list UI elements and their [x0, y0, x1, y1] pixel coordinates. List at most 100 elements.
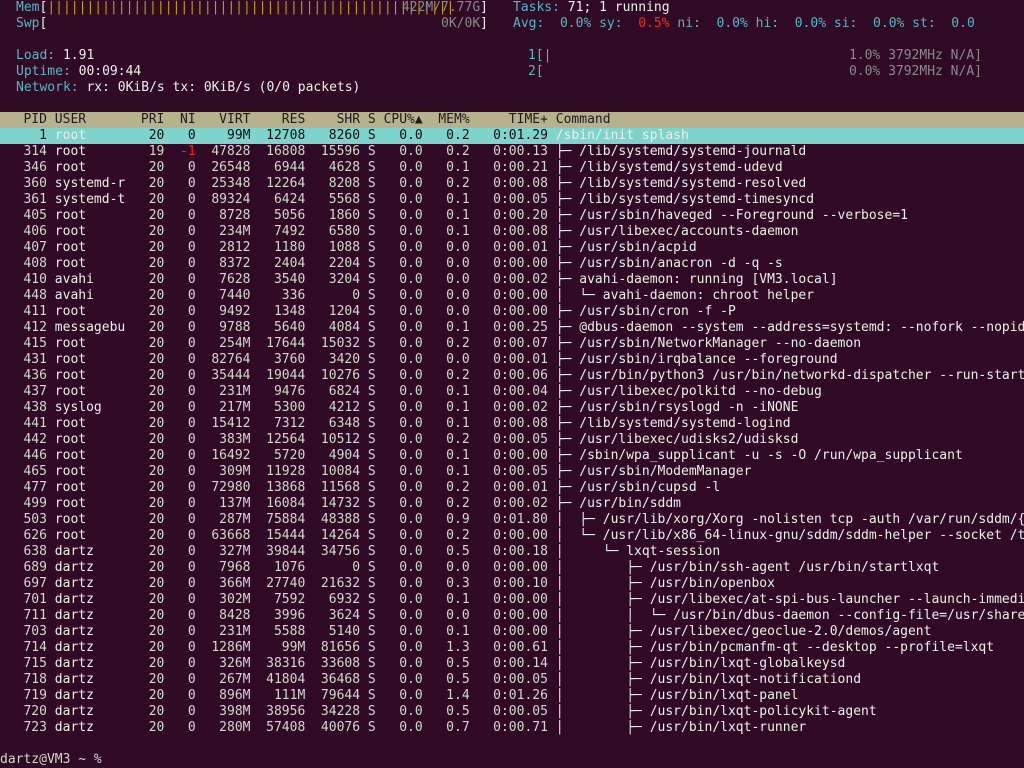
- process-row[interactable]: 465 root 20 0 309M 11928 10084 S 0.0 0.1…: [0, 464, 1024, 480]
- process-row[interactable]: 701 dartz 20 0 302M 7592 6932 S 0.0 0.1 …: [0, 592, 1024, 608]
- process-row[interactable]: 406 root 20 0 234M 7492 6580 S 0.0 0.1 0…: [0, 224, 1024, 240]
- column-header-shr[interactable]: SHR: [313, 112, 368, 127]
- cell-pid: 436: [0, 368, 55, 383]
- process-row[interactable]: 431 root 20 0 82764 3760 3420 S 0.0 0.0 …: [0, 352, 1024, 368]
- cell-s: S: [367, 128, 384, 143]
- cell-mem: 0.1: [430, 208, 478, 223]
- cell-virt: 137M: [203, 496, 259, 511]
- cell-pid: 503: [0, 512, 55, 527]
- cell-virt: 7628: [203, 272, 259, 287]
- column-header-time[interactable]: TIME+: [478, 112, 556, 127]
- column-header-user[interactable]: USER: [55, 112, 141, 127]
- cell-pri: 20: [140, 160, 173, 175]
- cell-shr: 8208: [313, 176, 368, 191]
- cell-shr: 34756: [313, 544, 368, 559]
- cell-user: dartz: [54, 592, 141, 607]
- process-row[interactable]: 499 root 20 0 137M 16084 14732 S 0.0 0.2…: [0, 496, 1024, 512]
- process-row[interactable]: 1 root 20 0 99M 12708 8260 S 0.0 0.2 0:0…: [0, 128, 1024, 144]
- cell-pri: 20: [140, 448, 173, 463]
- cell-shr: 2204: [313, 256, 368, 271]
- cell-shr: 0: [313, 560, 368, 575]
- process-row[interactable]: 720 dartz 20 0 398M 38956 34228 S 0.0 0.…: [0, 704, 1024, 720]
- column-header-s[interactable]: S: [368, 112, 384, 127]
- cell-cpu: 0.0: [383, 160, 431, 175]
- process-row[interactable]: 407 root 20 0 2812 1180 1088 S 0.0 0.0 0…: [0, 240, 1024, 256]
- cell-ni: 0: [172, 256, 204, 271]
- cell-pri: 20: [140, 688, 173, 703]
- cell-s: S: [367, 176, 384, 191]
- process-row[interactable]: 410 avahi 20 0 7628 3540 3204 S 0.0 0.0 …: [0, 272, 1024, 288]
- process-row[interactable]: 438 syslog 20 0 217M 5300 4212 S 0.0 0.1…: [0, 400, 1024, 416]
- process-row[interactable]: 638 dartz 20 0 327M 39844 34756 S 0.0 0.…: [0, 544, 1024, 560]
- process-row[interactable]: 405 root 20 0 8728 5056 1860 S 0.0 0.1 0…: [0, 208, 1024, 224]
- cell-pid: 499: [0, 496, 55, 511]
- process-row[interactable]: 412 messagebu 20 0 9788 5640 4084 S 0.0 …: [0, 320, 1024, 336]
- process-row[interactable]: 477 root 20 0 72980 13868 11568 S 0.0 0.…: [0, 480, 1024, 496]
- process-table-header[interactable]: PID USER PRI NI VIRT RES SHR S CPU%▲ MEM…: [0, 112, 1024, 128]
- cell-ni: 0: [172, 304, 204, 319]
- cell-time: 0:00.00: [477, 448, 556, 463]
- process-row[interactable]: 442 root 20 0 383M 12564 10512 S 0.0 0.2…: [0, 432, 1024, 448]
- process-row[interactable]: 446 root 20 0 16492 5720 4904 S 0.0 0.1 …: [0, 448, 1024, 464]
- column-header-cpu[interactable]: CPU%▲: [384, 112, 431, 127]
- cell-pri: 20: [140, 672, 173, 687]
- cell-shr: 14264: [313, 528, 368, 543]
- swp-label: Swp: [16, 16, 40, 31]
- column-header-mem[interactable]: MEM%: [431, 112, 478, 127]
- shell-prompt[interactable]: dartz@VM3 ~ %: [0, 752, 1024, 768]
- process-row[interactable]: 411 root 20 0 9492 1348 1204 S 0.0 0.0 0…: [0, 304, 1024, 320]
- cell-command: │ ├─ /usr/bin/lxqt-notificationd: [555, 672, 862, 687]
- cell-user: root: [54, 432, 141, 447]
- process-row[interactable]: 360 systemd-r 20 0 25348 12264 8208 S 0.…: [0, 176, 1024, 192]
- process-row[interactable]: 689 dartz 20 0 7968 1076 0 S 0.0 0.0 0:0…: [0, 560, 1024, 576]
- column-header-command[interactable]: Command: [556, 112, 611, 127]
- process-row[interactable]: 437 root 20 0 231M 9476 6824 S 0.0 0.1 0…: [0, 384, 1024, 400]
- process-row[interactable]: 697 dartz 20 0 366M 27740 21632 S 0.0 0.…: [0, 576, 1024, 592]
- cell-pid: 465: [0, 464, 55, 479]
- column-header-virt[interactable]: VIRT: [204, 112, 259, 127]
- cell-user: root: [54, 512, 141, 527]
- cell-pri: 20: [140, 336, 173, 351]
- cell-pri: 20: [140, 304, 173, 319]
- process-row[interactable]: 436 root 20 0 35444 19044 10276 S 0.0 0.…: [0, 368, 1024, 384]
- process-row[interactable]: 346 root 20 0 26548 6944 4628 S 0.0 0.1 …: [0, 160, 1024, 176]
- process-row[interactable]: 715 dartz 20 0 326M 38316 33608 S 0.0 0.…: [0, 656, 1024, 672]
- cell-mem: 0.0: [430, 240, 478, 255]
- cell-cpu: 0.0: [383, 304, 431, 319]
- process-row[interactable]: 361 systemd-t 20 0 89324 6424 5568 S 0.0…: [0, 192, 1024, 208]
- cell-pid: 720: [0, 704, 55, 719]
- process-row[interactable]: 314 root 19 -1 47828 16808 15596 S 0.0 0…: [0, 144, 1024, 160]
- column-header-ni[interactable]: NI: [172, 112, 203, 127]
- cell-s: S: [367, 144, 384, 159]
- process-row[interactable]: 723 dartz 20 0 280M 57408 40076 S 0.0 0.…: [0, 720, 1024, 736]
- cell-s: S: [367, 480, 384, 495]
- cell-shr: 6580: [313, 224, 368, 239]
- process-row[interactable]: 711 dartz 20 0 8428 3996 3624 S 0.0 0.0 …: [0, 608, 1024, 624]
- process-row[interactable]: 714 dartz 20 0 1286M 99M 81656 S 0.0 1.3…: [0, 640, 1024, 656]
- cell-res: 2404: [258, 256, 314, 271]
- cell-cpu: 0.0: [383, 384, 431, 399]
- cell-user: dartz: [54, 624, 141, 639]
- process-row[interactable]: 448 avahi 20 0 7440 336 0 S 0.0 0.0 0:00…: [0, 288, 1024, 304]
- process-row[interactable]: 626 root 20 0 63668 15444 14264 S 0.0 0.…: [0, 528, 1024, 544]
- tasks-label: Tasks:: [513, 0, 560, 15]
- process-row[interactable]: 441 root 20 0 15412 7312 6348 S 0.0 0.1 …: [0, 416, 1024, 432]
- cell-virt: 8728: [203, 208, 259, 223]
- cell-time: 0:00.04: [477, 384, 556, 399]
- process-row[interactable]: 408 root 20 0 8372 2404 2204 S 0.0 0.0 0…: [0, 256, 1024, 272]
- cell-res: 3996: [258, 608, 314, 623]
- process-row[interactable]: 719 dartz 20 0 896M 111M 79644 S 0.0 1.4…: [0, 688, 1024, 704]
- cell-pid: 410: [0, 272, 55, 287]
- cell-virt: 25348: [203, 176, 259, 191]
- cell-time: 0:00.05: [477, 432, 556, 447]
- process-row[interactable]: 718 dartz 20 0 267M 41804 36468 S 0.0 0.…: [0, 672, 1024, 688]
- column-header-res[interactable]: RES: [258, 112, 313, 127]
- process-row[interactable]: 503 root 20 0 287M 75884 48388 S 0.0 0.9…: [0, 512, 1024, 528]
- column-header-pri[interactable]: PRI: [141, 112, 172, 127]
- process-row[interactable]: 703 dartz 20 0 231M 5588 5140 S 0.0 0.1 …: [0, 624, 1024, 640]
- process-row[interactable]: 415 root 20 0 254M 17644 15032 S 0.0 0.2…: [0, 336, 1024, 352]
- cell-mem: 0.1: [430, 592, 478, 607]
- cell-time: 0:01.80: [477, 512, 556, 527]
- column-header-pid[interactable]: PID: [0, 112, 55, 127]
- cell-time: 0:00.00: [477, 304, 556, 319]
